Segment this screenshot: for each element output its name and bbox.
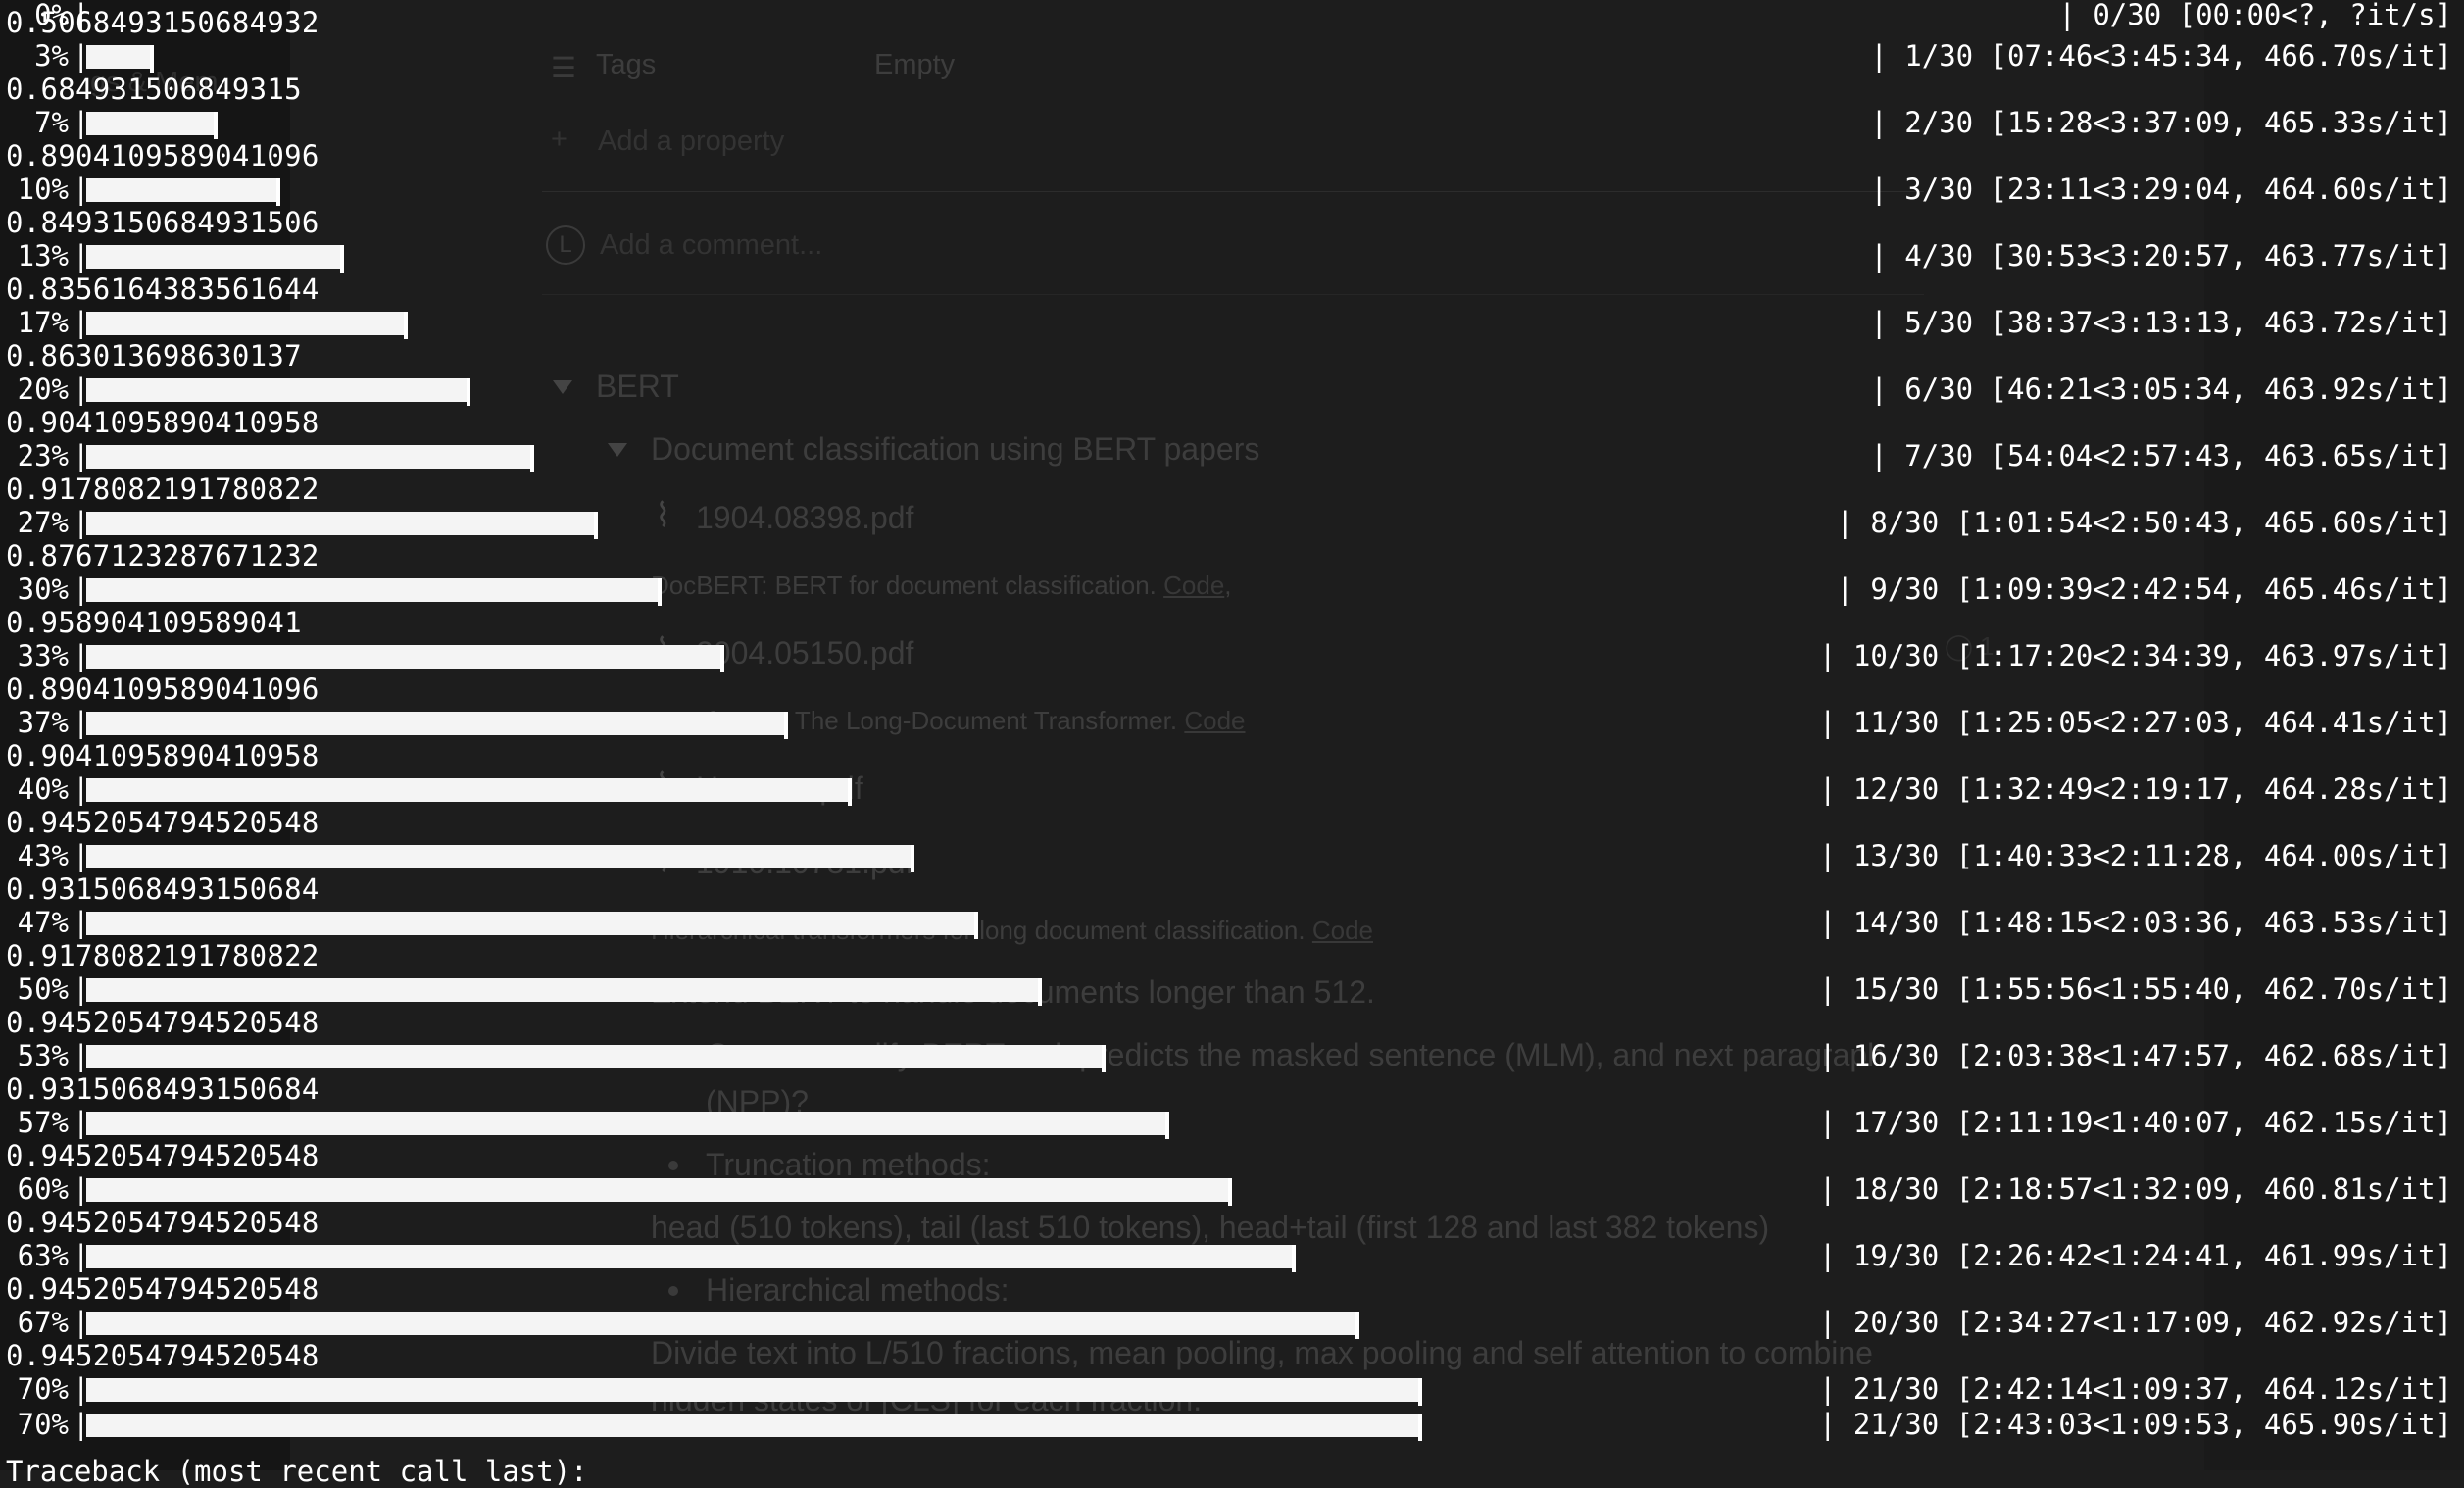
toggle-triangle-icon[interactable] (553, 380, 572, 394)
traceback-text: Traceback (most recent call last): (6, 1455, 588, 1488)
tags-icon: ☰ (551, 53, 576, 84)
tags-label: Tags (596, 49, 657, 80)
file-link[interactable]: 2004.05150.pdf (696, 635, 913, 671)
paperclip-icon: ⌇ (655, 632, 671, 670)
subsection-heading: Extend BERT to handle documents longer t… (651, 974, 1375, 1010)
bullet-text: Can we modify BERT so it predicts the ma… (706, 1037, 1885, 1072)
toggle-triangle-icon[interactable] (608, 986, 627, 1000)
file-link[interactable]: 1910.10781.pdf (696, 845, 913, 881)
divider (542, 191, 1924, 192)
add-comment-input[interactable]: Add a comment... (600, 229, 822, 262)
comment-icon[interactable]: ◯ (1945, 631, 1973, 662)
code-link[interactable]: Code (1184, 706, 1245, 735)
file-description: Hierarchical transformers for long docum… (651, 916, 1373, 945)
file-link[interactable]: Hussam.pdf (696, 770, 863, 807)
paragraph-text: Divide text into L/510 fractions, mean p… (651, 1335, 1873, 1370)
section-heading-bert: BERT (596, 369, 679, 404)
bullet-text: (NPP)? (706, 1084, 809, 1119)
sidebar-partial-text: gs & Mem (90, 67, 219, 98)
comment-count: 1 (1980, 631, 1995, 661)
bullet-dot (668, 1286, 678, 1296)
paperclip-icon: ⌇ (655, 768, 671, 805)
notion-page-background: gs & Mem ☰ Tags Empty + Add a property L… (0, 0, 2464, 1470)
paperclip-icon: ⌇ (655, 842, 671, 879)
toggle-triangle-icon[interactable] (608, 443, 627, 457)
code-link[interactable]: Code (1163, 570, 1224, 600)
paperclip-icon: ⌇ (655, 497, 671, 534)
plus-icon[interactable]: + (551, 124, 567, 156)
divider (542, 294, 1924, 295)
bullet-dot (668, 1161, 678, 1170)
paragraph-text: head (510 tokens), tail (last 510 tokens… (651, 1210, 1770, 1245)
add-property-button[interactable]: Add a property (598, 125, 784, 158)
file-description: Longformer: The Long-Document Transforme… (651, 706, 1246, 735)
file-link[interactable]: 1904.08398.pdf (696, 500, 913, 536)
avatar: L (546, 225, 585, 265)
subsection-heading: Document classification using BERT paper… (651, 431, 1260, 467)
bullet-dot (668, 1051, 678, 1061)
paragraph-text: hidden states of [CLS] for each fraction… (651, 1382, 1203, 1417)
bullet-text: Hierarchical methods: (706, 1272, 1010, 1308)
tags-value[interactable]: Empty (874, 49, 955, 81)
code-link[interactable]: Code (1312, 916, 1373, 945)
bullet-text: Truncation methods: (706, 1147, 991, 1182)
file-description: DocBERT: BERT for document classificatio… (651, 570, 1232, 600)
